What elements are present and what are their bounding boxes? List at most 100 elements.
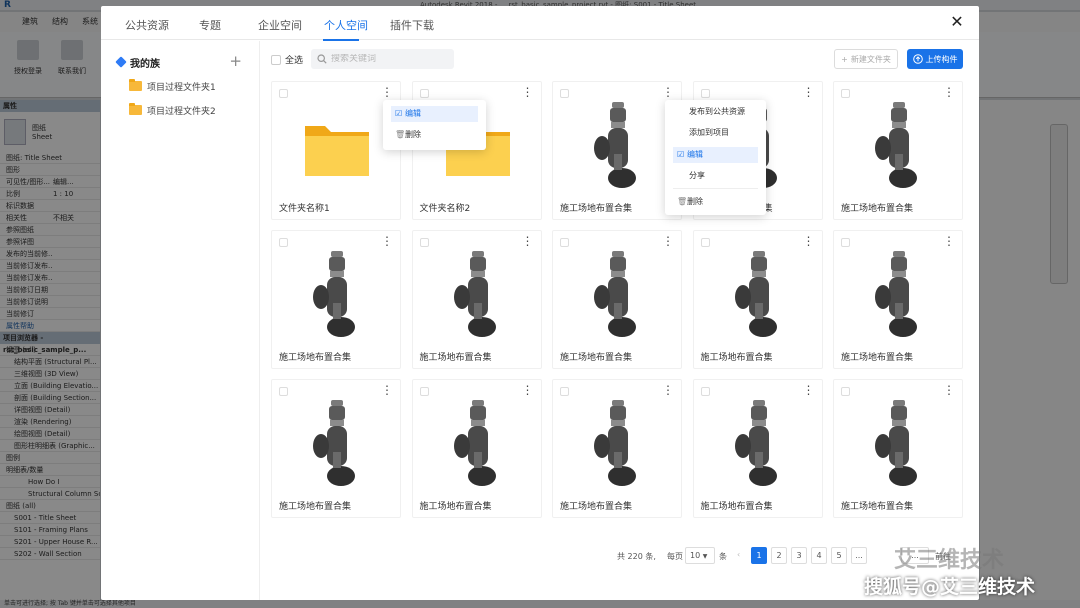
card-checkbox[interactable] [419,387,429,396]
card-checkbox[interactable] [841,238,850,247]
menu-edit[interactable]: ☑ 编辑 [391,106,478,122]
more-icon[interactable]: ⋮ [381,384,393,396]
new-folder-button[interactable]: + 新建文件夹 [834,49,898,69]
upload-component-button[interactable]: 上传构件 [907,49,963,69]
menu-delete[interactable]: 🗑删除 [391,127,478,143]
select-all-checkbox[interactable]: 全选 [271,53,303,66]
sidebar-folder-1[interactable]: 项目过程文件夹1 [129,78,216,94]
card-checkbox[interactable] [560,387,569,396]
component-thumbnail [859,96,939,196]
menu-share[interactable]: 分享 [673,168,758,184]
edit-icon: ☑ [395,109,403,118]
menu-delete[interactable]: 🗑删除 [673,194,758,210]
search-input[interactable] [331,54,441,64]
my-families-header[interactable]: 我的族 + [115,53,252,71]
component-card[interactable]: ⋮ 施工场地布置合集 [833,230,963,369]
folder-card[interactable]: ⋮ 文件夹名称1 [271,81,401,220]
search-box [311,49,454,69]
component-thumbnail [438,394,518,494]
card-checkbox[interactable] [560,89,569,98]
sidebar-folder-2[interactable]: 项目过程文件夹2 [129,102,216,118]
prev-page-icon[interactable]: ‹ [737,550,740,559]
component-card[interactable]: ⋮ 施工场地布置合集 [552,379,682,518]
menu-delete-label: 删除 [405,130,421,139]
more-icon[interactable]: ⋮ [522,86,534,98]
more-icon[interactable]: ⋮ [943,235,955,247]
tab-enterprise-space[interactable]: 企业空间 [258,17,302,33]
card-checkbox[interactable] [560,238,569,247]
component-card[interactable]: ⋮ 施工场地布置合集 [271,230,401,369]
card-checkbox[interactable] [700,387,710,396]
component-card[interactable]: ⋮ 施工场地布置合集 [271,379,401,518]
component-card[interactable]: ⋮ 施工场地布置合集 [692,379,823,518]
close-icon[interactable]: ✕ [949,14,965,30]
card-title: 施工场地布置合集 [279,353,352,363]
per-page-select[interactable]: 10 ▼ [685,547,715,564]
card-title: 施工场地布置合集 [841,353,914,363]
menu-add-to-project[interactable]: 添加到项目 [673,125,758,141]
card-checkbox[interactable] [279,238,288,247]
more-icon[interactable]: ⋮ [803,384,815,396]
tab-topics[interactable]: 专题 [199,17,221,33]
component-thumbnail [719,394,799,494]
card-checkbox[interactable] [279,89,288,98]
more-icon[interactable]: ⋮ [943,86,955,98]
family-sidebar: 我的族 + 项目过程文件夹1 项目过程文件夹2 [101,41,260,600]
page-number[interactable]: 2 [771,547,787,564]
select-all-label: 全选 [285,56,304,66]
component-card[interactable]: ⋮ 施工场地布置合集 [411,379,542,518]
card-title: 施工场地布置合集 [841,204,914,214]
component-card[interactable]: ⋮ 施工场地布置合集 [833,81,963,220]
more-icon[interactable]: ⋮ [803,86,815,98]
component-card[interactable]: ⋮ 施工场地布置合集 [833,379,963,518]
tab-personal-space[interactable]: 个人空间 [324,17,368,33]
page-number[interactable]: 3 [791,547,807,564]
more-icon[interactable]: ⋮ [803,235,815,247]
page-number[interactable]: 1 [751,547,767,564]
menu-delete-label: 删除 [687,197,703,206]
more-icon[interactable]: ⋮ [381,86,393,98]
more-icon[interactable]: ⋮ [662,235,674,247]
folder-icon [129,103,142,115]
checkbox-icon [271,54,281,65]
card-title: 施工场地布置合集 [419,502,492,512]
component-thumbnail [297,245,377,345]
menu-edit[interactable]: ☑ 编辑 [673,147,758,163]
trash-icon: 🗑 [395,130,406,139]
card-checkbox[interactable] [841,387,850,396]
more-icon[interactable]: ⋮ [943,384,955,396]
card-checkbox[interactable] [279,387,288,396]
card-checkbox[interactable] [419,238,429,247]
card-title: 施工场地布置合集 [841,502,914,512]
component-card[interactable]: ⋮ 施工场地布置合集 [411,230,542,369]
page-number[interactable]: 4 [811,547,827,564]
my-families-title: 我的族 [130,58,160,70]
content-toolbar: 全选 + 新建文件夹 上传构件 [271,49,963,71]
more-icon[interactable]: ⋮ [662,86,674,98]
component-card[interactable]: ⋮ 施工场地布置合集 [552,230,682,369]
add-folder-icon[interactable]: + [229,53,242,69]
card-checkbox[interactable] [700,89,710,98]
more-icon[interactable]: ⋮ [381,235,393,247]
new-folder-label: 新建文件夹 [850,54,891,64]
model-context-menu: 发布到公共资源 添加到项目 ☑ 编辑 分享 🗑删除 [665,100,766,215]
folder-context-menu: ☑ 编辑 🗑删除 [383,100,486,150]
page-number[interactable]: 5 [831,547,847,564]
more-icon[interactable]: ⋮ [662,384,674,396]
card-checkbox[interactable] [419,89,429,98]
card-checkbox[interactable] [700,238,710,247]
tab-plugin-download[interactable]: 插件下载 [390,17,434,33]
card-title: 施工场地布置合集 [700,353,773,363]
per-page-label: 每页 [667,552,683,561]
component-card[interactable]: ⋮ 施工场地布置合集 [552,81,682,220]
folder-icon [129,79,142,91]
menu-edit-label: 编辑 [405,109,421,118]
tab-public-resources[interactable]: 公共资源 [125,17,169,33]
card-checkbox[interactable] [841,89,850,98]
more-icon[interactable]: ⋮ [522,235,534,247]
more-icon[interactable]: ⋮ [522,384,534,396]
menu-publish[interactable]: 发布到公共资源 [673,104,758,120]
trash-icon: 🗑 [677,197,688,206]
modal-tabs: 公共资源 专题 企业空间 个人空间 插件下载 ✕ [101,6,979,41]
component-card[interactable]: ⋮ 施工场地布置合集 [692,230,823,369]
